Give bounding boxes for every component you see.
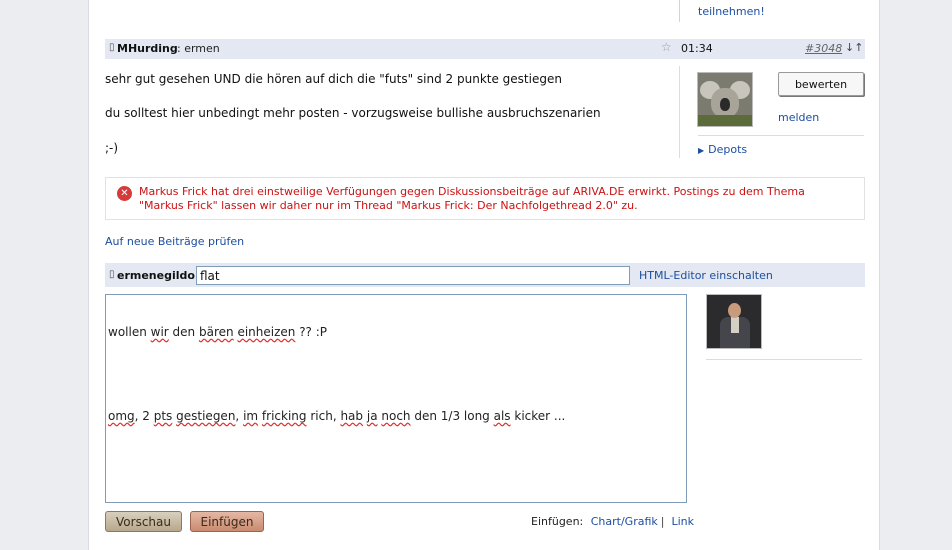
editor-line-1: wollen wir den bären einheizen ?? :P [108,325,328,339]
insert-link-link[interactable]: Link [672,515,695,528]
post-sidebar: bewerten melden ▶ Depots [679,66,865,158]
divider [698,135,864,136]
editor-line-3: omg, 2 pts gestiegen, im fricking rich, … [108,409,566,423]
insert-label: Einfügen: [531,515,584,528]
post-line-3: ;-) [105,141,119,155]
post-time: 01:34 [681,42,713,55]
report-link[interactable]: melden [778,111,819,124]
post-line-1: sehr gut gesehen UND die hören auf dich … [105,72,562,86]
separator: | [660,515,665,528]
triangle-right-icon: ▶ [698,146,705,155]
reply-header: ▯ ermenegildo : HTML-Editor einschalten [105,263,865,287]
editor-line-4 [108,451,684,465]
post-author[interactable]: MHurding [117,42,178,55]
top-side-box: teilnehmen! [679,0,869,22]
participate-link[interactable]: teilnehmen! [698,5,765,18]
mobile-icon: ▯ [109,42,115,53]
editor-line-5 [108,493,684,502]
reply-sidebar [706,294,862,360]
preview-button[interactable]: Vorschau [105,511,182,532]
mobile-icon: ▯ [109,269,115,280]
notice-text: Markus Frick hat drei einstweilige Verfü… [139,185,805,212]
post-subject: : ermen [177,42,220,55]
page: teilnehmen! ▯ MHurding : ermen ☆ 01:34 #… [88,0,880,550]
submit-button[interactable]: Einfügen [190,511,264,532]
sort-arrows-icon[interactable]: ↓↑ [845,41,863,54]
rate-button[interactable]: bewerten [778,72,864,96]
html-editor-toggle[interactable]: HTML-Editor einschalten [639,269,773,282]
colon: : [191,269,195,282]
post-header: ▯ MHurding : ermen ☆ 01:34 #3048 ↓↑ [105,39,865,59]
error-icon: ✕ [117,186,132,201]
post-line-2: du solltest hier unbedingt mehr posten -… [105,106,601,120]
message-textarea[interactable]: wollen wir den bären einheizen ?? :P omg… [105,294,687,503]
editor-line-2 [108,367,684,381]
check-new-posts-link[interactable]: Auf neue Beiträge prüfen [105,235,244,248]
user-avatar[interactable] [706,294,762,349]
reply-username: ermenegildo [117,269,195,282]
star-icon[interactable]: ☆ [661,40,672,54]
insert-chart-link[interactable]: Chart/Grafik [591,515,658,528]
legal-notice: ✕ Markus Frick hat drei einstweilige Ver… [105,177,865,220]
post-number[interactable]: #3048 [805,42,842,55]
author-avatar[interactable] [697,72,753,127]
depots-link[interactable]: ▶ Depots [698,143,747,156]
subject-input[interactable] [196,266,630,285]
insert-toolbar: Einfügen: Chart/Grafik | Link [531,515,694,528]
